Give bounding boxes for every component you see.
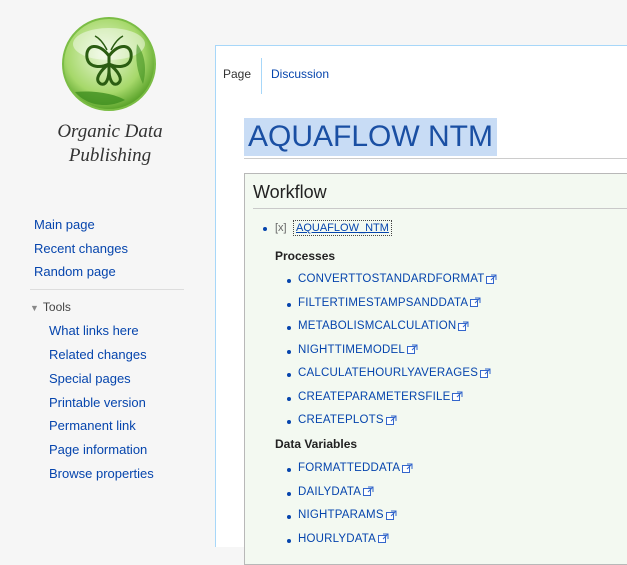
bullet-icon: [287, 373, 291, 377]
external-link-icon: [452, 391, 463, 402]
link-label: CALCULATEHOURLYAVERAGES: [298, 367, 479, 379]
tab-page-label: Page: [223, 67, 252, 81]
tools-page-information[interactable]: Page information: [49, 442, 147, 457]
sidebar: Organic Data Publishing Main page Recent…: [0, 0, 215, 546]
data-variable-link[interactable]: DAILYDATA: [298, 486, 374, 498]
external-link-icon: [402, 463, 413, 473]
tools-label: Tools: [42, 300, 71, 314]
process-link[interactable]: CREATEPARAMETERSFILE: [298, 391, 463, 403]
workflow-box: Workflow [x] AQUAFLOW_NTM Processes Data…: [244, 173, 627, 565]
logo-text: Organic Data Publishing: [40, 120, 180, 168]
data-variable-link[interactable]: HOURLYDATA: [298, 533, 389, 545]
external-link-icon: [385, 510, 397, 520]
external-link-icon: [385, 415, 397, 425]
external-link-icon: [406, 344, 418, 355]
nav-main-page[interactable]: Main page: [34, 217, 95, 232]
process-link[interactable]: FILTERTIMESTAMPSANDDATA: [298, 297, 481, 309]
process-link[interactable]: CREATEPLOTS: [298, 414, 397, 426]
data-variable-link[interactable]: FORMATTEDDATA: [298, 462, 413, 474]
link-label: METABOLISMCALCULATION: [298, 320, 457, 332]
workflow-divider: [253, 208, 627, 209]
process-link[interactable]: METABOLISMCALCULATION: [298, 320, 469, 332]
workflow-root-link[interactable]: AQUAFLOW_NTM: [293, 220, 392, 236]
process-link[interactable]: NIGHTTIMEMODEL: [298, 344, 418, 356]
tools-special-pages[interactable]: Special pages: [49, 371, 131, 386]
link-label: CREATEPARAMETERSFILE: [298, 390, 451, 403]
external-link-icon: [363, 486, 374, 497]
link-label: HOURLYDATA: [298, 532, 377, 545]
tools-related-changes[interactable]: Related changes: [49, 347, 147, 362]
bullet-icon: [263, 227, 267, 231]
data-variables-heading: Data Variables: [275, 437, 358, 451]
workflow-heading: Workflow: [253, 182, 327, 202]
link-label: CREATEPLOTS: [298, 414, 384, 426]
external-link-icon: [378, 533, 389, 544]
collapse-toggle[interactable]: [x]: [275, 222, 287, 234]
tools-permanent-link[interactable]: Permanent link: [49, 418, 136, 433]
nav-recent-changes[interactable]: Recent changes: [34, 241, 128, 256]
site-logo[interactable]: Organic Data Publishing: [40, 8, 180, 183]
bullet-icon: [287, 279, 291, 283]
sidebar-divider: [30, 289, 184, 290]
process-link[interactable]: CALCULATEHOURLYAVERAGES: [298, 367, 491, 379]
tools-printable-version[interactable]: Printable version: [49, 395, 146, 410]
bullet-icon: [287, 515, 291, 519]
bullet-icon: [287, 326, 291, 330]
logo-line-2: Publishing: [68, 145, 152, 166]
butterfly-logo-icon: [62, 17, 156, 111]
tools-browse-properties[interactable]: Browse properties: [49, 466, 154, 481]
external-link-icon: [480, 368, 491, 378]
page-title: AQUAFLOW NTM: [244, 118, 497, 156]
link-label: CONVERTTOSTANDARDFORMAT: [298, 273, 485, 285]
bullet-icon: [287, 349, 291, 354]
bullet-icon: [287, 396, 291, 401]
process-link[interactable]: CONVERTTOSTANDARDFORMAT: [298, 273, 497, 285]
link-label: DAILYDATA: [298, 485, 362, 498]
bullet-icon: [287, 420, 291, 424]
link-label: NIGHTPARAMS: [298, 509, 384, 521]
bullet-icon: [287, 538, 291, 543]
nav-random-page[interactable]: Random page: [34, 264, 116, 279]
external-link-icon: [486, 274, 497, 284]
link-label: FORMATTEDDATA: [298, 462, 401, 474]
tab-discussion[interactable]: Discussion: [271, 67, 329, 81]
triangle-down-icon: ▼: [30, 303, 39, 313]
logo-line-1: Organic Data: [57, 121, 163, 142]
link-label: NIGHTTIMEMODEL: [298, 343, 405, 356]
link-label: FILTERTIMESTAMPSANDDATA: [298, 296, 469, 309]
data-variable-link[interactable]: NIGHTPARAMS: [298, 509, 397, 521]
bullet-icon: [287, 468, 291, 472]
bullet-icon: [287, 491, 291, 496]
tab-page[interactable]: Page: [215, 58, 262, 94]
external-link-icon: [458, 321, 469, 331]
processes-heading: Processes: [275, 249, 336, 263]
bullet-icon: [287, 302, 291, 307]
external-link-icon: [470, 297, 481, 308]
tools-what-links-here[interactable]: What links here: [49, 323, 139, 338]
tools-toggle[interactable]: ▼ Tools: [30, 300, 71, 314]
title-divider: [244, 158, 627, 159]
